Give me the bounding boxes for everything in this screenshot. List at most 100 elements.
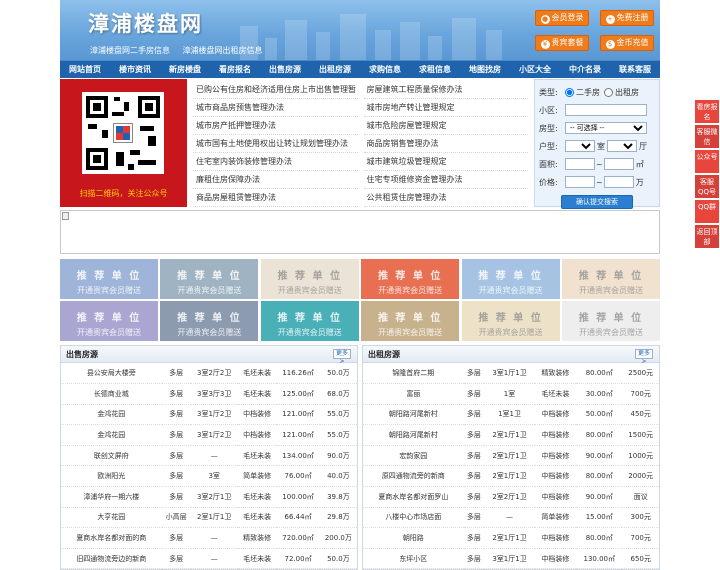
coin-recharge-button[interactable]: $ 金币充值 bbox=[600, 35, 654, 51]
area-max-input[interactable] bbox=[603, 158, 634, 170]
table-row[interactable]: 欧洲阳光 多层 3室 简单装修 76.00㎡ 40.0万 bbox=[61, 465, 357, 488]
table-cell[interactable]: 联创文屏府 bbox=[61, 445, 162, 467]
promo-tile[interactable]: 推 荐 单 位开通贵宾会员赠送 bbox=[461, 259, 560, 299]
float-service-qq[interactable]: 客服QQ号 bbox=[695, 175, 719, 199]
table-cell[interactable]: 夏商水岸名都对面的商 bbox=[61, 527, 162, 549]
promo-tile[interactable]: 推 荐 单 位开通贵宾会员赠送 bbox=[461, 301, 560, 341]
table-row[interactable]: 金鸿花园 多层 3室1厅2卫 中档装修 121.00㎡ 55.0万 bbox=[61, 424, 357, 446]
float-viewing-signup[interactable]: 看房报名 bbox=[695, 100, 719, 124]
nav-contact[interactable]: 联系客服 bbox=[610, 61, 660, 78]
price-max-input[interactable] bbox=[603, 176, 634, 188]
float-qq-group[interactable]: QQ群 bbox=[695, 200, 719, 224]
table-cell[interactable]: 朝阳路 bbox=[363, 527, 464, 549]
table-cell[interactable]: 锦隆首府二期 bbox=[363, 363, 464, 385]
table-row[interactable]: 联创文屏府 多层 — 毛坯未装 134.00㎡ 90.0万 bbox=[61, 445, 357, 467]
table-cell[interactable]: 宏韵家园 bbox=[363, 445, 464, 467]
table-row[interactable]: 锦隆首府二期 多层 3室1厅1卫 精致装修 80.00㎡ 2500元 bbox=[363, 363, 659, 385]
area-min-input[interactable] bbox=[565, 158, 595, 170]
table-cell[interactable]: 朝阳路河尾新村 bbox=[363, 424, 464, 446]
table-cell[interactable]: 金鸿花园 bbox=[61, 424, 162, 446]
promo-tile[interactable]: 推 荐 单 位开通贵宾会员赠送 bbox=[561, 259, 660, 299]
radio-rental[interactable] bbox=[604, 87, 613, 97]
promo-tile[interactable]: 推 荐 单 位开通贵宾会员赠送 bbox=[60, 259, 158, 299]
promo-tile[interactable]: 推 荐 单 位开通贵宾会员赠送 bbox=[260, 259, 359, 299]
table-row[interactable]: 金鸿花园 多层 3室1厅2卫 中档装修 121.00㎡ 55.0万 bbox=[61, 404, 357, 426]
table-cell[interactable]: 朝阳路河尾新村 bbox=[363, 404, 464, 426]
promo-tile[interactable]: 推 荐 单 位开通贵宾会员赠送 bbox=[60, 301, 158, 341]
nav-viewing-signup[interactable]: 看房报名 bbox=[210, 61, 260, 78]
nav-news[interactable]: 楼市资讯 bbox=[110, 61, 160, 78]
policy-link[interactable]: 住宅专项维修资金管理办法 bbox=[363, 171, 528, 189]
table-cell[interactable]: 县公安局大楼旁 bbox=[61, 363, 162, 385]
table-row[interactable]: 县公安局大楼旁 多层 3室2厅2卫 毛坯未装 116.26㎡ 50.0万 bbox=[61, 363, 357, 385]
member-login-button[interactable]: ● 会员登录 bbox=[535, 10, 589, 26]
policy-link[interactable]: 廉租住房保障办法 bbox=[193, 171, 358, 189]
subtitle-secondhand[interactable]: 漳浦楼盘网二手房信息 bbox=[90, 46, 170, 55]
policy-link[interactable]: 城市房地产转让管理规定 bbox=[363, 99, 528, 117]
room-select[interactable] bbox=[565, 140, 595, 152]
subtitle-rental[interactable]: 漳浦楼盘网出租房信息 bbox=[183, 46, 263, 55]
table-cell[interactable]: 原四通物流旁的新商 bbox=[363, 465, 464, 488]
nav-for-sale[interactable]: 出售房源 bbox=[260, 61, 310, 78]
float-official-account[interactable]: 公众号 bbox=[695, 150, 719, 174]
nav-home[interactable]: 网站首页 bbox=[60, 61, 110, 78]
table-cell[interactable]: 大亨花园 bbox=[61, 507, 162, 529]
nav-wanted-buy[interactable]: 求购信息 bbox=[360, 61, 410, 78]
table-cell[interactable]: 金鸿花园 bbox=[61, 404, 162, 426]
table-row[interactable]: 漳浦华府一期六楼 多层 3室2厅1卫 毛坯未装 100.00㎡ 39.8万 bbox=[61, 486, 357, 508]
policy-link[interactable]: 城市危险房屋管理规定 bbox=[363, 117, 528, 135]
promo-tile[interactable]: 推 荐 单 位开通贵宾会员赠送 bbox=[160, 259, 259, 299]
rent-more-button[interactable]: 更多> bbox=[635, 349, 653, 365]
table-row[interactable]: 长德商业城 多层 3室3厅3卫 毛坯未装 125.00㎡ 68.0万 bbox=[61, 383, 357, 405]
price-min-input[interactable] bbox=[565, 176, 595, 188]
policy-link[interactable]: 商品房屋租赁管理办法 bbox=[193, 189, 358, 207]
search-submit-button[interactable]: 确认提交搜索 bbox=[561, 195, 633, 209]
table-row[interactable]: 东坪小区 多层 3室1厅1卫 中档装修 130.00㎡ 650元 bbox=[363, 548, 659, 570]
radio-secondhand[interactable] bbox=[565, 87, 574, 97]
policy-link[interactable]: 住宅室内装饰装修管理办法 bbox=[193, 153, 358, 171]
promo-tile[interactable]: 推 荐 单 位开通贵宾会员赠送 bbox=[361, 301, 460, 341]
policy-link[interactable]: 房屋建筑工程质量保修办法 bbox=[363, 81, 528, 99]
table-row[interactable]: 大亨花园 小高层 2室1厅1卫 毛坯未装 66.44㎡ 29.8万 bbox=[61, 507, 357, 529]
table-cell[interactable]: 东坪小区 bbox=[363, 548, 464, 570]
nav-communities[interactable]: 小区大全 bbox=[510, 61, 560, 78]
policy-link[interactable]: 商品房销售管理办法 bbox=[363, 135, 528, 153]
table-row[interactable]: 八楼中心市场店面 多层 — 简单装修 15.00㎡ 300元 bbox=[363, 507, 659, 529]
house-type-select[interactable]: -- 可选择 -- bbox=[565, 122, 647, 134]
free-register-button[interactable]: + 免费注册 bbox=[600, 10, 654, 26]
nav-wanted-rent[interactable]: 求租信息 bbox=[410, 61, 460, 78]
table-row[interactable]: 夏商水岸名都对面罗山 多层 2室2厅1卫 中档装修 90.00㎡ 面议 bbox=[363, 486, 659, 508]
float-service-wechat[interactable]: 客服微信 bbox=[695, 125, 719, 149]
promo-tile[interactable]: 推 荐 单 位开通贵宾会员赠送 bbox=[361, 259, 460, 299]
policy-link[interactable]: 城市国有土地使用权出让转让规划管理办法 bbox=[193, 135, 358, 153]
nav-new-homes[interactable]: 新房楼盘 bbox=[160, 61, 210, 78]
policy-link[interactable]: 城市建筑垃圾管理规定 bbox=[363, 153, 528, 171]
table-row[interactable]: 朝阳路河尾新村 多层 1室1卫 中档装修 50.00㎡ 450元 bbox=[363, 404, 659, 426]
policy-link[interactable]: 公共租赁住房管理办法 bbox=[363, 189, 528, 207]
table-cell[interactable]: 夏商水岸名都对面罗山 bbox=[363, 486, 464, 508]
table-row[interactable]: 朝阳路河尾新村 多层 2室1厅1卫 中档装修 80.00㎡ 1500元 bbox=[363, 424, 659, 446]
table-cell[interactable]: 漳浦华府一期六楼 bbox=[61, 486, 162, 508]
table-row[interactable]: 夏商水岸名都对面的商 多层 — 精致装修 720.00㎡ 200.0万 bbox=[61, 527, 357, 549]
promo-tile[interactable]: 推 荐 单 位开通贵宾会员赠送 bbox=[260, 301, 359, 341]
nav-agents[interactable]: 中介名录 bbox=[560, 61, 610, 78]
promo-tile[interactable]: 推 荐 单 位开通贵宾会员赠送 bbox=[160, 301, 259, 341]
table-cell[interactable]: 长德商业城 bbox=[61, 383, 162, 405]
table-row[interactable]: 原四通物流旁的新商 多层 2室1厅1卫 中档装修 80.00㎡ 2000元 bbox=[363, 465, 659, 488]
sale-more-button[interactable]: 更多> bbox=[333, 349, 351, 365]
site-logo-title[interactable]: 漳浦楼盘网 bbox=[88, 8, 203, 38]
policy-link[interactable]: 城市房产抵押管理办法 bbox=[193, 117, 358, 135]
table-cell[interactable]: 八楼中心市场店面 bbox=[363, 507, 464, 529]
table-row[interactable]: 朝阳路 多层 2室1厅1卫 中档装修 80.00㎡ 700元 bbox=[363, 527, 659, 549]
policy-link[interactable]: 已购公有住房和经济适用住房上市出售管理暂 bbox=[193, 81, 358, 99]
table-cell[interactable]: 旧四通物流旁边的新商 bbox=[61, 548, 162, 570]
policy-link[interactable]: 城市商品房预售管理办法 bbox=[193, 99, 358, 117]
table-cell[interactable]: 富丽 bbox=[363, 383, 464, 405]
promo-tile[interactable]: 推 荐 单 位开通贵宾会员赠送 bbox=[561, 301, 660, 341]
community-input[interactable] bbox=[565, 104, 647, 116]
table-cell[interactable]: 欧洲阳光 bbox=[61, 465, 162, 488]
table-row[interactable]: 富丽 多层 1室 毛坯未装 30.00㎡ 700元 bbox=[363, 383, 659, 405]
table-row[interactable]: 宏韵家园 多层 2室1厅1卫 中档装修 90.00㎡ 1000元 bbox=[363, 445, 659, 467]
float-back-to-top[interactable]: 返回顶部 bbox=[695, 225, 719, 249]
nav-map-search[interactable]: 地图找房 bbox=[460, 61, 510, 78]
